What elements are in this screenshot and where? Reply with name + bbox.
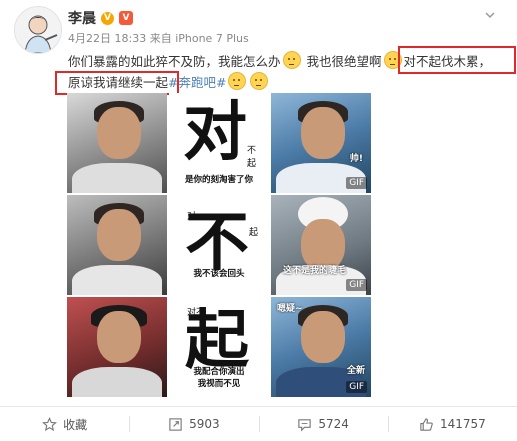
comment-icon	[298, 418, 312, 431]
sticker-text: 全新	[346, 366, 365, 376]
sticker-side-text: 起	[249, 228, 259, 238]
grid-image[interactable]: 这不是我的睫毛 GIF	[271, 195, 371, 295]
verified-badge-icon: V	[101, 11, 114, 25]
grid-image[interactable]: 对不 起 我配合你演出 我视而不见	[169, 297, 269, 397]
grid-image[interactable]	[67, 297, 167, 397]
smile-emoji-icon	[250, 72, 269, 90]
author-name[interactable]: 李晨	[68, 8, 96, 28]
action-bar: 收藏 5903 5724 141757	[0, 406, 517, 441]
sad-emoji-icon	[282, 51, 301, 69]
share-button[interactable]: 5903	[129, 407, 258, 441]
highlight-box	[398, 46, 516, 74]
chevron-down-icon[interactable]	[485, 10, 495, 20]
like-button[interactable]: 141757	[387, 407, 517, 441]
grid-image[interactable]: 对 不 起 我不该会回头	[169, 195, 269, 295]
grid-image[interactable]	[67, 93, 167, 193]
sticker-caption: 我不该会回头	[193, 269, 245, 279]
post-text-segment: 我也很绝望啊	[306, 54, 382, 69]
gif-badge: GIF	[346, 279, 367, 291]
star-icon	[42, 416, 58, 431]
post-meta: 4月22日 18:33 来自 iPhone 7 Plus	[68, 30, 249, 46]
gif-badge: GIF	[346, 177, 367, 189]
vip-badge-icon: V	[119, 11, 133, 25]
grid-image[interactable]	[67, 195, 167, 295]
post-text-segment: 你们暴露的如此猝不及防，我能怎么办	[68, 54, 281, 69]
avatar[interactable]	[14, 6, 62, 54]
sticker-caption: 我视而不见	[197, 379, 241, 389]
grid-image[interactable]: 对 不起 是你的刻淘害了你	[169, 93, 269, 193]
sticker-text: 这不是我的睫毛	[283, 266, 347, 276]
comment-button[interactable]: 5724	[258, 407, 388, 441]
thumbs-up-icon	[420, 417, 433, 431]
comment-count: 5724	[318, 417, 349, 431]
post-time[interactable]: 4月22日 18:33	[68, 32, 146, 45]
grid-image[interactable]: 嗯疑~ 全新 GIF	[271, 297, 371, 397]
sticker-caption: 我配合你演出	[193, 367, 245, 377]
favorite-label: 收藏	[63, 417, 88, 432]
cute-emoji-icon	[228, 72, 247, 90]
sticker-caption: 是你的刻淘害了你	[184, 175, 253, 185]
like-count: 141757	[439, 417, 486, 431]
gif-badge: GIF	[346, 381, 367, 393]
sticker-text: 帅!	[349, 154, 363, 164]
favorite-button[interactable]: 收藏	[0, 407, 129, 441]
sticker-side-text: 不起	[247, 146, 257, 169]
post-source: 来自 iPhone 7 Plus	[149, 32, 249, 45]
grid-image[interactable]: 帅! GIF	[271, 93, 371, 193]
highlight-box	[55, 71, 179, 95]
sticker-text: 嗯疑~	[277, 304, 303, 314]
sticker-big-char: 对	[183, 95, 247, 170]
share-icon	[169, 417, 182, 431]
image-grid: 对 不起 是你的刻淘害了你 帅! GIF 对 不 起 我不该会回头 这不是我的睫…	[67, 93, 371, 397]
share-count: 5903	[189, 417, 220, 431]
